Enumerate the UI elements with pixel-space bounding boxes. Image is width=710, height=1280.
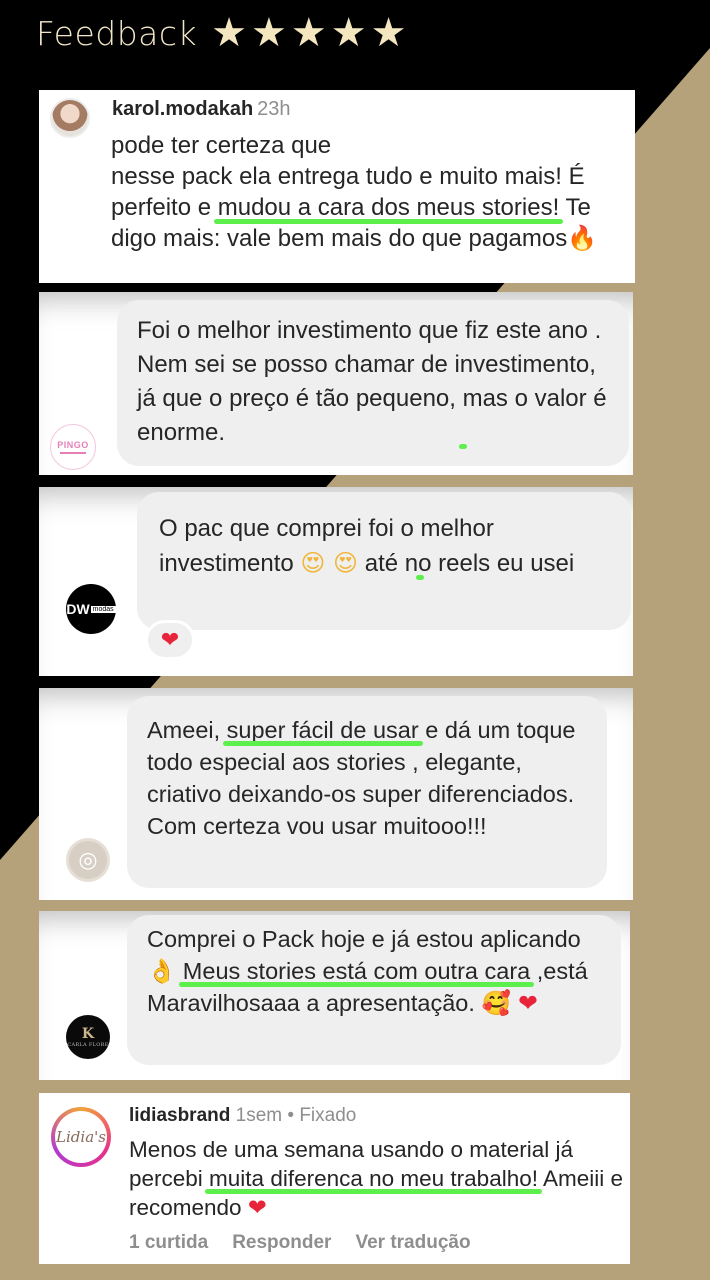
header: Feedback ★ ★ ★ ★ ★ (36, 8, 406, 58)
avatar-logo-icon: ◎ (78, 847, 98, 872)
message-bubble: O pac que comprei foi o melhor investime… (137, 492, 631, 630)
comment-text: pode ter certeza que nesse pack ela entr… (111, 130, 631, 254)
message-text: Ameei, (147, 717, 227, 743)
heart-icon: ❤ (160, 627, 180, 652)
message-text: até no reels eu usei (358, 550, 575, 577)
comment-header: lidiasbrand 1sem • Fixado (129, 1105, 356, 1127)
comment-text: Menos de uma semana usando o material já… (129, 1135, 624, 1222)
star-icon: ★ (251, 11, 287, 55)
highlighted-text: muita diferenca no meu trabalho! (209, 1166, 538, 1191)
avatar-logo-sub: CARLA FLORE (67, 1042, 109, 1048)
feedback-message-pingo: Foi o melhor investimento que fiz este a… (39, 292, 633, 475)
avatar[interactable]: PINGO (50, 424, 96, 470)
avatar-logo-sub: modas (90, 605, 116, 613)
highlighted-text: super fácil de usar (226, 717, 419, 743)
heart-eyes-icon: 😍 😍 (300, 549, 359, 577)
avatar-logo-text: DW (66, 601, 90, 617)
avatar[interactable]: Lidia's (51, 1107, 111, 1167)
avatar[interactable] (50, 98, 90, 138)
star-icon: ★ (211, 11, 248, 55)
smiling-hearts-icon: 🥰 ❤ (481, 989, 538, 1017)
avatar[interactable]: K CARLA FLORE (66, 1015, 110, 1059)
likes-count[interactable]: 1 curtida (129, 1232, 208, 1254)
highlighted-text: mudou a cara dos meus stories! (217, 194, 560, 221)
feedback-comment-lidias: Lidia's lidiasbrand 1sem • Fixado Menos … (39, 1093, 630, 1264)
avatar-logo-text: K (81, 1026, 95, 1042)
avatar[interactable]: DW modas (66, 584, 116, 634)
highlighted-text: Meus stories está com outra cara (182, 958, 531, 984)
star-icon: ★ (370, 11, 407, 55)
timestamp: 23h (257, 98, 291, 120)
feedback-message-dw: O pac que comprei foi o melhor investime… (39, 487, 633, 676)
comment-line: pode ter certeza que (111, 132, 332, 159)
avatar[interactable]: ◎ (66, 838, 110, 882)
rating-stars: ★ ★ ★ ★ ★ (211, 13, 406, 53)
comment-actions: 1 curtida Responder Ver tradução (129, 1232, 471, 1254)
message-bubble: Foi o melhor investimento que fiz este a… (117, 300, 629, 466)
separator-dot: • (287, 1105, 295, 1126)
pinned-label: Fixado (299, 1105, 357, 1126)
message-bubble: Comprei o Pack hoje e já estou aplicando… (127, 915, 621, 1065)
timestamp: 1sem (235, 1105, 283, 1126)
avatar-logo: Lidia's (55, 1111, 107, 1163)
username[interactable]: karol.modakah (112, 98, 253, 120)
message-bubble: Ameei, super fácil de usar e dá um toque… (127, 696, 607, 888)
feedback-message-ameei: Ameei, super fácil de usar e dá um toque… (39, 688, 633, 900)
ok-hand-icon: 👌 (147, 957, 177, 985)
comment-header: karol.modakah 23h (112, 98, 291, 121)
reply-button[interactable]: Responder (232, 1232, 331, 1254)
feedback-message-carla: Comprei o Pack hoje e já estou aplicando… (39, 911, 630, 1080)
message-text: Comprei o Pack hoje e já estou aplicando (147, 926, 581, 952)
username[interactable]: lidiasbrand (129, 1105, 230, 1126)
avatar-logo-text: PINGO (57, 440, 89, 450)
heart-icon: ❤ (247, 1195, 267, 1220)
star-icon: ★ (330, 11, 367, 55)
page-title: Feedback (36, 13, 198, 53)
message-text: O pac que comprei foi o (159, 515, 421, 542)
avatar-logo-line (60, 452, 86, 454)
star-icon: ★ (290, 11, 327, 55)
feedback-comment-karol: karol.modakah 23h pode ter certeza que ne… (39, 90, 635, 283)
fire-icon: 🔥 (567, 224, 598, 252)
message-text: . (218, 419, 226, 446)
heart-reaction[interactable]: ❤ (145, 620, 195, 660)
translate-button[interactable]: Ver tradução (355, 1232, 470, 1254)
